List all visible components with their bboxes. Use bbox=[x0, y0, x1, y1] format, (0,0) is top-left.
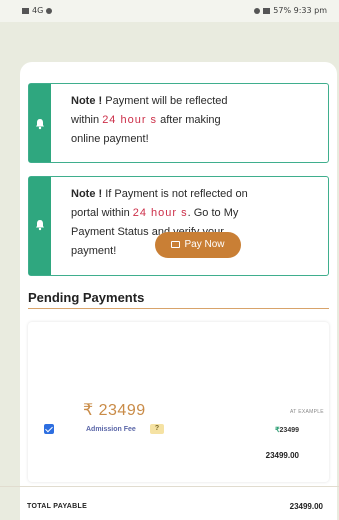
note-line: after making bbox=[160, 114, 221, 126]
card-icon bbox=[171, 241, 181, 248]
amount-caption: AT EXAMPLE bbox=[290, 409, 324, 415]
side-amount: ₹23499 bbox=[275, 426, 299, 434]
note-band bbox=[29, 84, 51, 162]
payment-item-card: ₹ 23499 Admission Fee ? AT EXAMPLE ₹2349… bbox=[28, 322, 329, 482]
total-payable-label: TOTAL PAYABLE bbox=[27, 503, 88, 510]
battery-time: 57% 9:33 pm bbox=[273, 6, 327, 15]
note-band bbox=[29, 177, 51, 275]
note-line: . Go to My bbox=[187, 207, 239, 219]
sim-icon bbox=[22, 7, 29, 14]
network-label: 4G bbox=[32, 6, 44, 15]
note-line: online payment! bbox=[71, 133, 149, 145]
wifi-icon bbox=[254, 7, 261, 14]
payment-amount: ₹ 23499 bbox=[83, 402, 146, 419]
section-divider bbox=[28, 308, 329, 309]
payment-sheet: Note ! Payment will be reflected within … bbox=[20, 62, 337, 520]
status-bar: 4G 57% 9:33 pm bbox=[0, 0, 339, 22]
bell-icon bbox=[36, 220, 44, 231]
note-line: If Payment is not reflected on bbox=[105, 188, 248, 200]
note-card-1: Note ! Payment will be reflected within … bbox=[28, 83, 329, 163]
payment-select-checkbox[interactable] bbox=[44, 424, 54, 434]
status-right: 57% 9:33 pm bbox=[254, 6, 327, 15]
side-total: 23499.00 bbox=[265, 451, 299, 460]
note-prefix: Note ! bbox=[71, 95, 103, 107]
bell-icon bbox=[36, 119, 44, 130]
status-left: 4G bbox=[22, 6, 53, 15]
note-highlight: 24 hour s bbox=[102, 114, 158, 126]
note-line: Payment will be reflected bbox=[105, 95, 228, 107]
note-card-2: Note ! If Payment is not reflected on po… bbox=[28, 176, 329, 276]
fee-info-badge[interactable]: ? bbox=[150, 424, 164, 434]
note-text-1: Note ! Payment will be reflected within … bbox=[71, 92, 318, 149]
side-amount-value: 23499 bbox=[279, 427, 299, 434]
fee-type-label: Admission Fee bbox=[86, 426, 136, 433]
note-prefix: Note ! bbox=[71, 188, 103, 200]
notification-icon bbox=[46, 7, 53, 14]
total-payable-value: 23499.00 bbox=[289, 502, 323, 511]
footer-divider bbox=[0, 486, 339, 487]
note-highlight: 24 hour s bbox=[132, 207, 188, 219]
note-line: portal within bbox=[71, 207, 130, 219]
pay-now-label: Pay Now bbox=[184, 239, 225, 250]
pending-payments-title: Pending Payments bbox=[28, 290, 145, 305]
signal-icon bbox=[263, 7, 271, 14]
note-line: within bbox=[71, 114, 100, 126]
pay-now-button[interactable]: Pay Now bbox=[155, 232, 241, 258]
